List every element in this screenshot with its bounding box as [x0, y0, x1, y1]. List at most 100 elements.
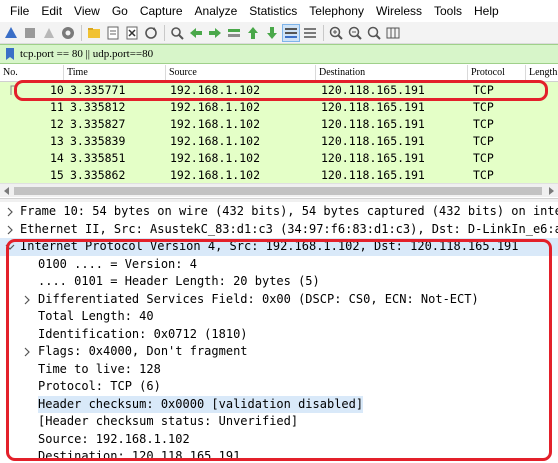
packet-list-hscrollbar[interactable] [0, 183, 558, 197]
last-packet-icon[interactable] [263, 24, 281, 42]
tree-item-header-length[interactable]: .... 0101 = Header Length: 20 bytes (5) [0, 273, 558, 291]
zoom-normal-icon[interactable] [365, 24, 383, 42]
cell-protocol: TCP [473, 83, 494, 97]
scroll-right-icon[interactable] [547, 187, 555, 195]
cell-source: 192.168.1.102 [170, 117, 261, 131]
tree-item-version[interactable]: 0100 .... = Version: 4 [0, 256, 558, 274]
menu-go[interactable]: Go [106, 0, 134, 22]
cell-no: 10 [50, 83, 64, 97]
tree-item-destination[interactable]: Destination: 120.118.165.191 [0, 448, 558, 463]
packet-row[interactable]: 15 3.335862 192.168.1.102 120.118.165.19… [0, 167, 558, 184]
back-arrow-icon[interactable] [187, 24, 205, 42]
bookmark-icon[interactable] [3, 47, 17, 61]
first-packet-icon[interactable] [244, 24, 262, 42]
packet-row[interactable]: 12 3.335827 192.168.1.102 120.118.165.19… [0, 116, 558, 133]
tree-item-label: Flags: 0x4000, Don't fragment [38, 344, 248, 358]
tree-item-dsf[interactable]: Differentiated Services Field: 0x00 (DSC… [0, 291, 558, 309]
column-header-time[interactable]: Time [64, 65, 166, 82]
menu-capture[interactable]: Capture [134, 0, 189, 22]
tree-item-label: Differentiated Services Field: 0x00 (DSC… [38, 291, 479, 306]
menu-statistics[interactable]: Statistics [243, 0, 303, 22]
packet-list: No. Time Source Destination Protocol Len… [0, 65, 558, 200]
column-header-source[interactable]: Source [166, 65, 316, 82]
menu-bar: File Edit View Go Capture Analyze Statis… [0, 0, 558, 22]
open-file-icon[interactable] [85, 24, 103, 42]
cell-source: 192.168.1.102 [170, 168, 261, 182]
chevron-right-icon[interactable] [5, 207, 15, 217]
menu-file[interactable]: File [4, 0, 35, 22]
display-filter-input[interactable]: tcp.port == 80 || udp.port==80 [20, 48, 153, 60]
tree-item-label: Destination: 120.118.165.191 [38, 449, 241, 463]
cell-destination: 120.118.165.191 [321, 100, 425, 114]
cell-destination: 120.118.165.191 [321, 134, 425, 148]
close-file-icon[interactable] [123, 24, 141, 42]
toolbar-separator [164, 24, 165, 41]
zoom-out-icon[interactable] [346, 24, 364, 42]
menu-telephony[interactable]: Telephony [303, 0, 370, 22]
tree-item-checksum-status[interactable]: [Header checksum status: Unverified] [0, 413, 558, 431]
tree-item-label: .... 0101 = Header Length: 20 bytes (5) [38, 274, 320, 288]
chevron-down-icon[interactable] [5, 242, 15, 252]
cell-time: 3.335827 [70, 117, 126, 131]
column-header-destination[interactable]: Destination [316, 65, 468, 82]
tree-item-identification[interactable]: Identification: 0x0712 (1810) [0, 326, 558, 344]
menu-wireless[interactable]: Wireless [370, 0, 428, 22]
tree-item-total-length[interactable]: Total Length: 40 [0, 308, 558, 326]
scrollbar-thumb[interactable] [14, 187, 542, 195]
go-to-packet-icon[interactable] [225, 24, 243, 42]
tree-item-label: Internet Protocol Version 4, Src: 192.16… [20, 239, 519, 253]
packet-row[interactable]: 10 3.335771 192.168.1.102 120.118.165.19… [0, 82, 558, 99]
cell-source: 192.168.1.102 [170, 100, 261, 114]
packet-list-header: No. Time Source Destination Protocol Len… [0, 65, 558, 82]
packet-row[interactable]: 13 3.335839 192.168.1.102 120.118.165.19… [0, 133, 558, 150]
stop-icon[interactable] [21, 24, 39, 42]
cell-protocol: TCP [473, 117, 494, 131]
shark-fin-start-icon[interactable] [2, 24, 20, 42]
cell-protocol: TCP [473, 168, 494, 182]
tree-item-label: Total Length: 40 [38, 309, 154, 323]
tree-item-label: Header checksum: 0x0000 [validation disa… [38, 395, 364, 413]
find-icon[interactable] [168, 24, 186, 42]
cell-no: 11 [50, 100, 64, 114]
cell-no: 14 [50, 151, 64, 165]
chevron-right-icon[interactable] [22, 295, 32, 305]
cell-no: 15 [50, 168, 64, 182]
tree-item-frame[interactable]: Frame 10: 54 bytes on wire (432 bits), 5… [0, 203, 558, 221]
menu-tools[interactable]: Tools [428, 0, 468, 22]
restart-icon[interactable] [40, 24, 58, 42]
tree-item-ethernet[interactable]: Ethernet II, Src: AsustekC_83:d1:c3 (34:… [0, 221, 558, 239]
cell-time: 3.335771 [70, 83, 126, 97]
colorize-icon[interactable] [301, 24, 319, 42]
column-header-no[interactable]: No. [0, 65, 64, 82]
scroll-left-icon[interactable] [3, 187, 11, 195]
tree-item-protocol[interactable]: Protocol: TCP (6) [0, 378, 558, 396]
reload-icon[interactable] [142, 24, 160, 42]
menu-view[interactable]: View [68, 0, 106, 22]
forward-arrow-icon[interactable] [206, 24, 224, 42]
resize-columns-icon[interactable] [384, 24, 402, 42]
tree-item-ipv4[interactable]: Internet Protocol Version 4, Src: 192.16… [0, 238, 558, 256]
tree-item-flags[interactable]: Flags: 0x4000, Don't fragment [0, 343, 558, 361]
tree-item-source[interactable]: Source: 192.168.1.102 [0, 431, 558, 449]
autoscroll-icon[interactable] [282, 23, 300, 42]
options-gear-icon[interactable] [59, 24, 77, 42]
packet-details: Frame 10: 54 bytes on wire (432 bits), 5… [0, 202, 558, 463]
packet-row[interactable]: 14 3.335851 192.168.1.102 120.118.165.19… [0, 150, 558, 167]
menu-help[interactable]: Help [468, 0, 505, 22]
column-header-length[interactable]: Length [526, 65, 558, 82]
zoom-in-icon[interactable] [327, 24, 345, 42]
column-header-protocol[interactable]: Protocol [468, 65, 526, 82]
cell-source: 192.168.1.102 [170, 134, 261, 148]
cell-protocol: TCP [473, 151, 494, 165]
chevron-right-icon[interactable] [5, 225, 15, 235]
display-filter-bar[interactable]: tcp.port == 80 || udp.port==80 [0, 44, 558, 64]
cell-no: 12 [50, 117, 64, 131]
save-file-icon[interactable] [104, 24, 122, 42]
cell-time: 3.335862 [70, 168, 126, 182]
chevron-right-icon[interactable] [22, 347, 32, 357]
packet-row[interactable]: 11 3.335812 192.168.1.102 120.118.165.19… [0, 99, 558, 116]
tree-item-ttl[interactable]: Time to live: 128 [0, 361, 558, 379]
menu-edit[interactable]: Edit [35, 0, 68, 22]
menu-analyze[interactable]: Analyze [189, 0, 244, 22]
tree-item-checksum[interactable]: Header checksum: 0x0000 [validation disa… [0, 395, 558, 413]
